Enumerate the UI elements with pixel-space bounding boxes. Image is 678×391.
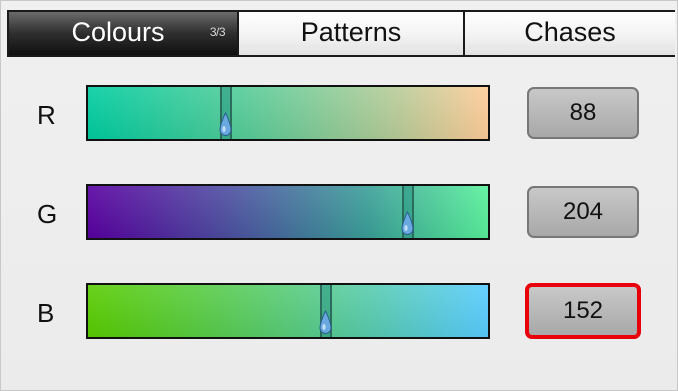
tab-colours-label: Colours <box>71 17 165 47</box>
tab-chases[interactable]: Chases <box>465 12 675 55</box>
channel-label-green: G <box>37 199 58 229</box>
channel-row-red: R 88 <box>1 85 678 145</box>
red-value-field[interactable]: 88 <box>527 87 639 139</box>
slider-sheen <box>88 186 488 238</box>
tab-colours[interactable]: Colours 3/3 <box>9 12 237 55</box>
red-slider[interactable] <box>86 85 490 141</box>
green-value-field[interactable]: 204 <box>527 186 639 238</box>
blue-value-field[interactable]: 152 <box>525 283 641 339</box>
slider-sheen <box>88 87 488 139</box>
tab-chases-label: Chases <box>524 17 616 47</box>
channel-row-blue: B 152 <box>1 283 678 343</box>
teardrop-handle-icon[interactable] <box>219 112 232 138</box>
channel-label-blue: B <box>37 298 55 328</box>
slider-sheen <box>88 285 488 337</box>
page-indicator: 3/3 <box>209 25 226 39</box>
tab-patterns[interactable]: Patterns <box>239 12 463 55</box>
screen-frame: Colours 3/3 Patterns Chases R 88 G 204 B… <box>0 0 678 391</box>
channel-row-green: G 204 <box>1 184 678 244</box>
channel-label-red: R <box>37 100 56 130</box>
blue-slider[interactable] <box>86 283 490 339</box>
green-slider[interactable] <box>86 184 490 240</box>
teardrop-handle-icon[interactable] <box>319 310 332 336</box>
teardrop-handle-icon[interactable] <box>401 211 414 237</box>
tab-bar: Colours 3/3 Patterns Chases <box>7 10 675 57</box>
tab-patterns-label: Patterns <box>300 17 402 47</box>
